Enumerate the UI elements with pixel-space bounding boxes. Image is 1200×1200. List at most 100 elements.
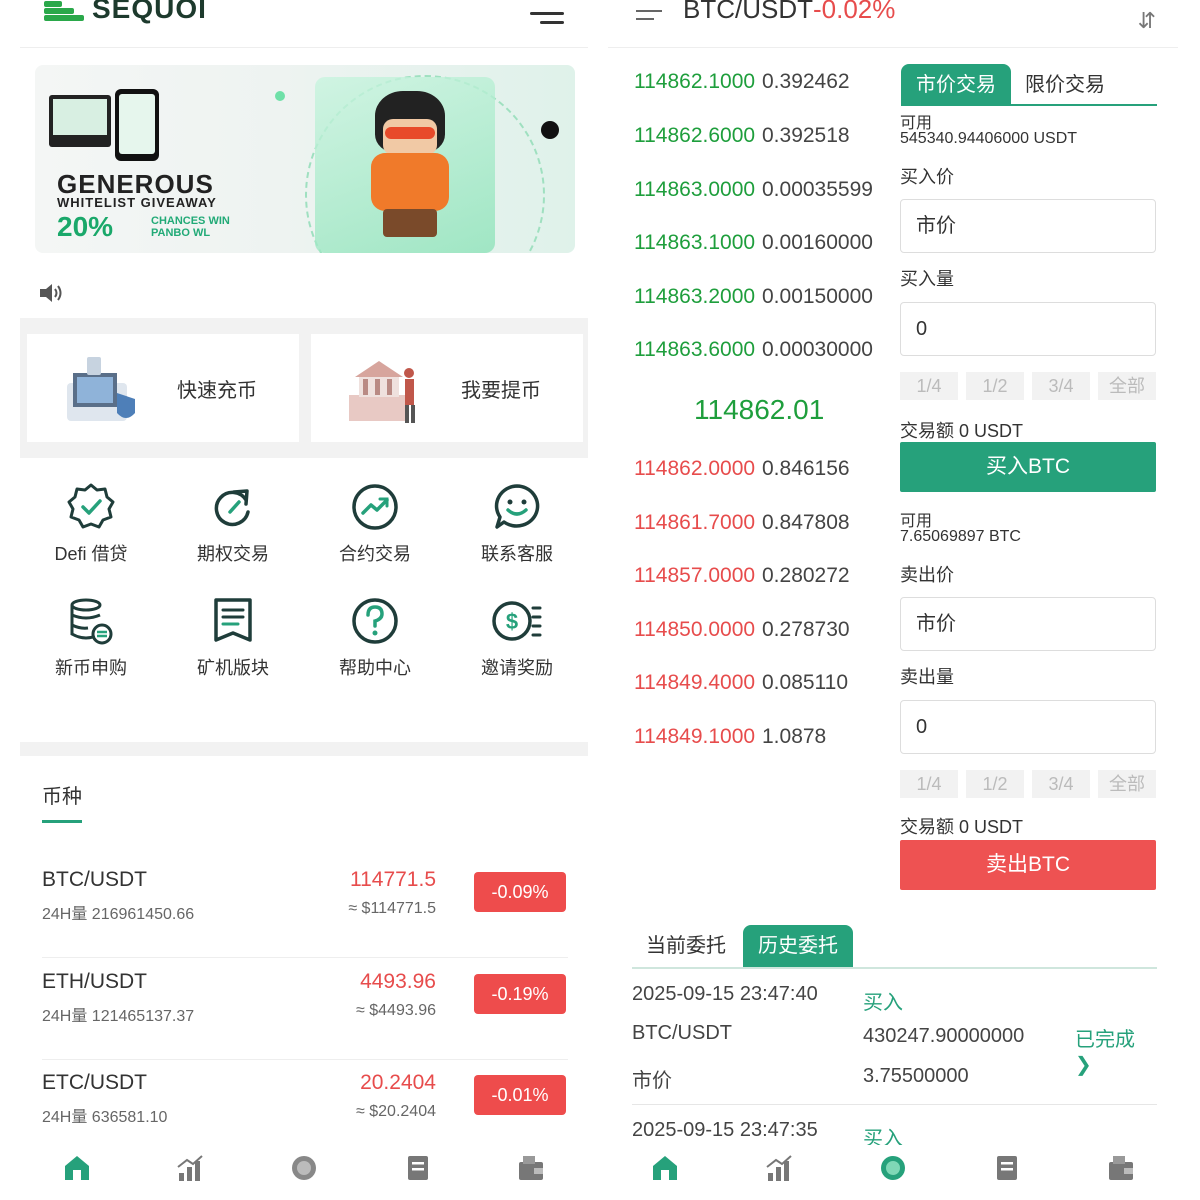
orderbook-ask-row[interactable]: 114863.2000 0.00150000 [634,285,873,309]
coin-price: 4493.96 [360,970,436,993]
tab-assets[interactable] [1101,1148,1141,1188]
coin-row-btc[interactable]: BTC/USDT 24H量 216961450.66 114771.5 ≈ $1… [42,868,568,958]
logo-text: SEQUOI [92,0,207,24]
change-badge: -0.01% [474,1075,566,1115]
orderbook-price: 114863.1000 [634,231,756,254]
buy-price-field[interactable]: 市价 [900,199,1156,253]
change-badge: -0.19% [474,974,566,1014]
percent-button[interactable]: 全部 [1098,372,1156,400]
tab-orders[interactable] [987,1148,1027,1188]
kline-icon[interactable]: ⇵ [1138,8,1156,34]
banner-caption: CHANCES WIN PANBO WL [151,215,230,239]
orderbook-ask-row[interactable]: 114862.6000 0.392518 [634,124,850,148]
orderbook-ask-row[interactable]: 114863.6000 0.00030000 [634,338,873,362]
orderbook-ask-row[interactable]: 114863.0000 0.00035599 [634,178,873,202]
trend-chart-icon [352,484,398,530]
orderbook-bid-row[interactable]: 114849.4000 0.085110 [634,671,848,695]
mascot-illustration [365,91,455,241]
bottom-tab-bar [608,1145,1178,1190]
orderbook-ask-row[interactable]: 114862.1000 0.392462 [634,70,850,94]
pair-title[interactable]: BTC/USDT [683,0,813,25]
order-item[interactable]: 2025-09-15 23:47:40 买入 BTC/USDT 430247.9… [632,983,1157,1093]
tab-assets[interactable] [511,1148,551,1188]
percent-button[interactable]: 1/4 [900,372,958,400]
buy-amount-input[interactable]: 0 [900,302,1156,356]
coin-section-title[interactable]: 币种 [42,780,82,809]
coin-row-eth[interactable]: ETH/USDT 24H量 121465137.37 4493.96 ≈ $44… [42,970,568,1060]
orderbook-bid-row[interactable]: 114849.1000 1.0878 [634,725,826,749]
tab-market-order[interactable]: 市价交易 [901,64,1011,106]
orderbook-ask-row[interactable]: 114863.1000 0.00160000 [634,231,873,255]
orderbook-price: 114863.2000 [634,285,756,308]
banner-percent: 20% [57,211,114,242]
grid-item-invite-rewards[interactable]: $ 邀请奖励 [446,596,588,680]
promo-banner[interactable]: GENEROUS WHITELIST GIVEAWAY 20% CHANCES … [35,65,575,253]
grid-item-new-coin-subscription[interactable]: 新币申购 [20,596,162,680]
tab-limit-order[interactable]: 限价交易 [1017,64,1113,106]
buy-percent-buttons: 1/4 1/2 3/4 全部 [900,372,1156,400]
tab-trade[interactable] [873,1148,913,1188]
trade-icon [881,1155,905,1180]
pair-menu-icon[interactable] [636,10,662,26]
tab-market[interactable] [759,1148,799,1188]
orderbook-price: 114863.6000 [634,338,756,361]
coin-volume: 24H量 121465137.37 [42,1008,195,1025]
orderbook-bid-row[interactable]: 114861.7000 0.847808 [634,511,850,535]
trade-screen: BTC/USDT -0.02% ⇵ 114862.1000 0.392462 1… [600,0,1200,1200]
tab-market[interactable] [170,1148,210,1188]
order-side: 买入 [863,992,903,1014]
percent-button[interactable]: 1/2 [966,372,1024,400]
grid-item-label: 新币申购 [55,658,127,678]
tab-home[interactable] [57,1148,97,1188]
home-icon [653,1155,677,1180]
change-badge: -0.09% [474,872,566,912]
tab-home[interactable] [645,1148,685,1188]
tab-current-orders[interactable]: 当前委托 [646,925,726,967]
menu-icon[interactable] [530,12,564,28]
orderbook-bid-row[interactable]: 114862.0000 0.846156 [634,457,850,481]
buy-button[interactable]: 买入BTC [900,442,1156,492]
buy-amount-label: 买入量 [900,269,954,289]
speaker-icon [40,284,62,302]
quick-withdraw-button[interactable]: 我要提币 [311,334,583,442]
grid-item-mining-section[interactable]: 矿机版块 [162,596,304,680]
buy-total: 交易额 0 USDT [900,421,1024,441]
grid-item-label: 帮助中心 [339,658,411,678]
announcement-bar[interactable] [38,282,64,309]
percent-button[interactable]: 1/2 [966,770,1024,798]
orderbook-bid-row[interactable]: 114850.0000 0.278730 [634,618,850,642]
buy-available-value: 545340.94406000 USDT [900,130,1078,147]
orderbook-price: 114849.1000 [634,725,756,748]
orderbook-qty: 0.00030000 [762,338,873,361]
orderbook-bid-row[interactable]: 114857.0000 0.280272 [634,564,850,588]
grid-item-customer-service[interactable]: 联系客服 [446,482,588,566]
tab-order-history[interactable]: 历史委托 [743,925,853,967]
quick-deposit-button[interactable]: 快速充币 [27,334,299,442]
tab-orders[interactable] [398,1148,438,1188]
coin-volume: 24H量 216961450.66 [42,906,195,923]
orderbook-price: 114862.1000 [634,70,756,93]
order-amount: 430247.90000000 [863,1025,1025,1047]
percent-button[interactable]: 3/4 [1032,770,1090,798]
tab-trade[interactable] [284,1148,324,1188]
grid-item-options-trading[interactable]: 期权交易 [162,482,304,566]
grid-item-contract-trading[interactable]: 合约交易 [304,482,446,566]
orderbook-price: 114863.0000 [634,178,756,201]
grid-item-label: 期权交易 [197,544,269,564]
coin-price-usd: ≈ $20.2404 [356,1103,436,1120]
coin-price: 114771.5 [349,868,436,891]
quick-withdraw-label: 我要提币 [461,379,541,402]
grid-item-label: Defi 借贷 [54,544,128,564]
percent-button[interactable]: 1/4 [900,770,958,798]
grid-item-defi-lending[interactable]: Defi 借贷 [20,482,162,566]
percent-button[interactable]: 全部 [1098,770,1156,798]
sell-button[interactable]: 卖出BTC [900,840,1156,890]
percent-button[interactable]: 3/4 [1032,372,1090,400]
order-status[interactable]: 已完成 ❯ [1075,1023,1157,1077]
sell-price-field[interactable]: 市价 [900,597,1156,651]
grid-item-help-center[interactable]: 帮助中心 [304,596,446,680]
sell-amount-input[interactable]: 0 [900,700,1156,754]
orderbook-qty: 0.846156 [762,457,850,480]
orderbook-qty: 1.0878 [762,725,827,748]
logo: SEQUOI [44,0,207,24]
